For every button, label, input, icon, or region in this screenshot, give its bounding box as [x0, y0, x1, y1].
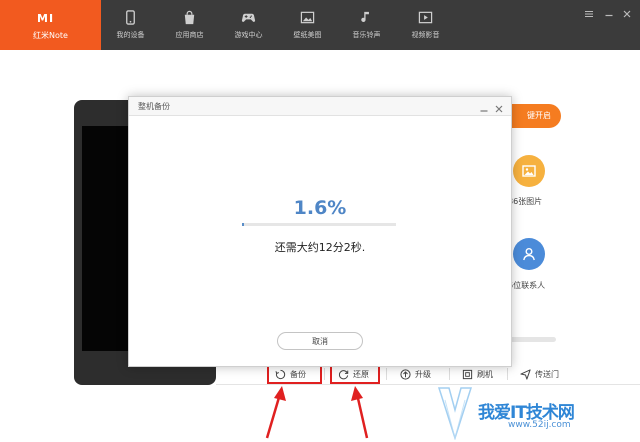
nav-label: 游戏中心	[234, 31, 263, 39]
send-icon	[520, 368, 531, 380]
flash-rom-icon	[462, 369, 473, 379]
nav-my-device[interactable]: 我的设备	[101, 0, 160, 50]
separator	[324, 368, 325, 380]
watermark-logo-icon	[437, 387, 473, 440]
photos-count-text: 86张图片	[508, 197, 543, 206]
menu-icon	[585, 11, 593, 17]
menu-button[interactable]	[584, 4, 596, 17]
phone-icon	[126, 10, 135, 25]
video-icon	[418, 11, 433, 24]
minimize-button[interactable]	[604, 4, 616, 17]
nav-label: 视频影音	[411, 31, 440, 39]
watermark-url: www.52ij.com	[508, 420, 571, 430]
nav-video[interactable]: 视频影音	[396, 0, 455, 50]
gamepad-icon	[241, 13, 256, 22]
backup-progress-bar	[242, 223, 396, 226]
nav-music-ringtones[interactable]: 音乐铃声	[337, 0, 396, 50]
main-nav: 我的设备 应用商店 游戏中心 壁纸美图 音乐铃声 视频影音	[101, 0, 455, 50]
mi-logo: MI	[37, 12, 55, 25]
shopping-bag-icon	[184, 10, 195, 25]
music-note-icon	[361, 11, 369, 23]
upgrade-label: 升级	[415, 369, 431, 379]
picture-icon	[522, 165, 536, 177]
nav-app-store[interactable]: 应用商店	[160, 0, 219, 50]
progress-percent: 1.6%	[293, 197, 347, 219]
device-model-label: 红米Note	[33, 31, 68, 40]
nav-label: 应用商店	[175, 31, 204, 39]
storage-progress-track	[506, 337, 556, 342]
remaining-time-text: 还需大约12分2秒.	[274, 241, 366, 254]
top-bar: MI 红米Note 我的设备 应用商店 游戏中心 壁纸美图 音乐铃声 视频影音	[0, 0, 640, 50]
contacts-stat-badge[interactable]	[513, 238, 545, 270]
close-icon	[495, 105, 503, 113]
nav-label: 壁纸美图	[293, 31, 322, 39]
separator	[386, 368, 387, 380]
contacts-count-text: 6位联系人	[508, 281, 546, 290]
upgrade-icon	[400, 368, 411, 380]
dialog-title: 整机备份	[138, 102, 170, 111]
photos-stat-badge[interactable]	[513, 155, 545, 187]
close-icon	[623, 10, 631, 18]
flash-label: 刷机	[477, 369, 493, 379]
red-arrow-icon	[351, 386, 369, 439]
nav-label: 音乐铃声	[352, 31, 381, 39]
cancel-button[interactable]: 取消	[277, 332, 363, 350]
device-brand-tab[interactable]: MI 红米Note	[0, 0, 101, 50]
close-window-button[interactable]	[622, 4, 634, 18]
nav-label: 我的设备	[116, 31, 145, 39]
minimize-icon	[605, 14, 613, 17]
minimize-icon	[480, 110, 488, 112]
dialog-minimize-button[interactable]	[479, 99, 491, 112]
nav-wallpapers[interactable]: 壁纸美图	[278, 0, 337, 50]
picture-icon	[300, 11, 315, 24]
dialog-close-button[interactable]	[494, 99, 506, 113]
separator	[449, 368, 450, 380]
nav-game-center[interactable]: 游戏中心	[219, 0, 278, 50]
backup-dialog: 整机备份 1.6% 还需大约12分2秒. 取消	[128, 96, 512, 367]
dialog-header: 整机备份	[129, 97, 511, 116]
user-icon	[523, 248, 535, 261]
transfer-action[interactable]: 传送门	[520, 364, 559, 384]
separator	[507, 368, 508, 380]
transfer-label: 传送门	[535, 369, 559, 379]
backup-progress-fill	[242, 223, 245, 226]
red-arrow-icon	[265, 386, 286, 439]
